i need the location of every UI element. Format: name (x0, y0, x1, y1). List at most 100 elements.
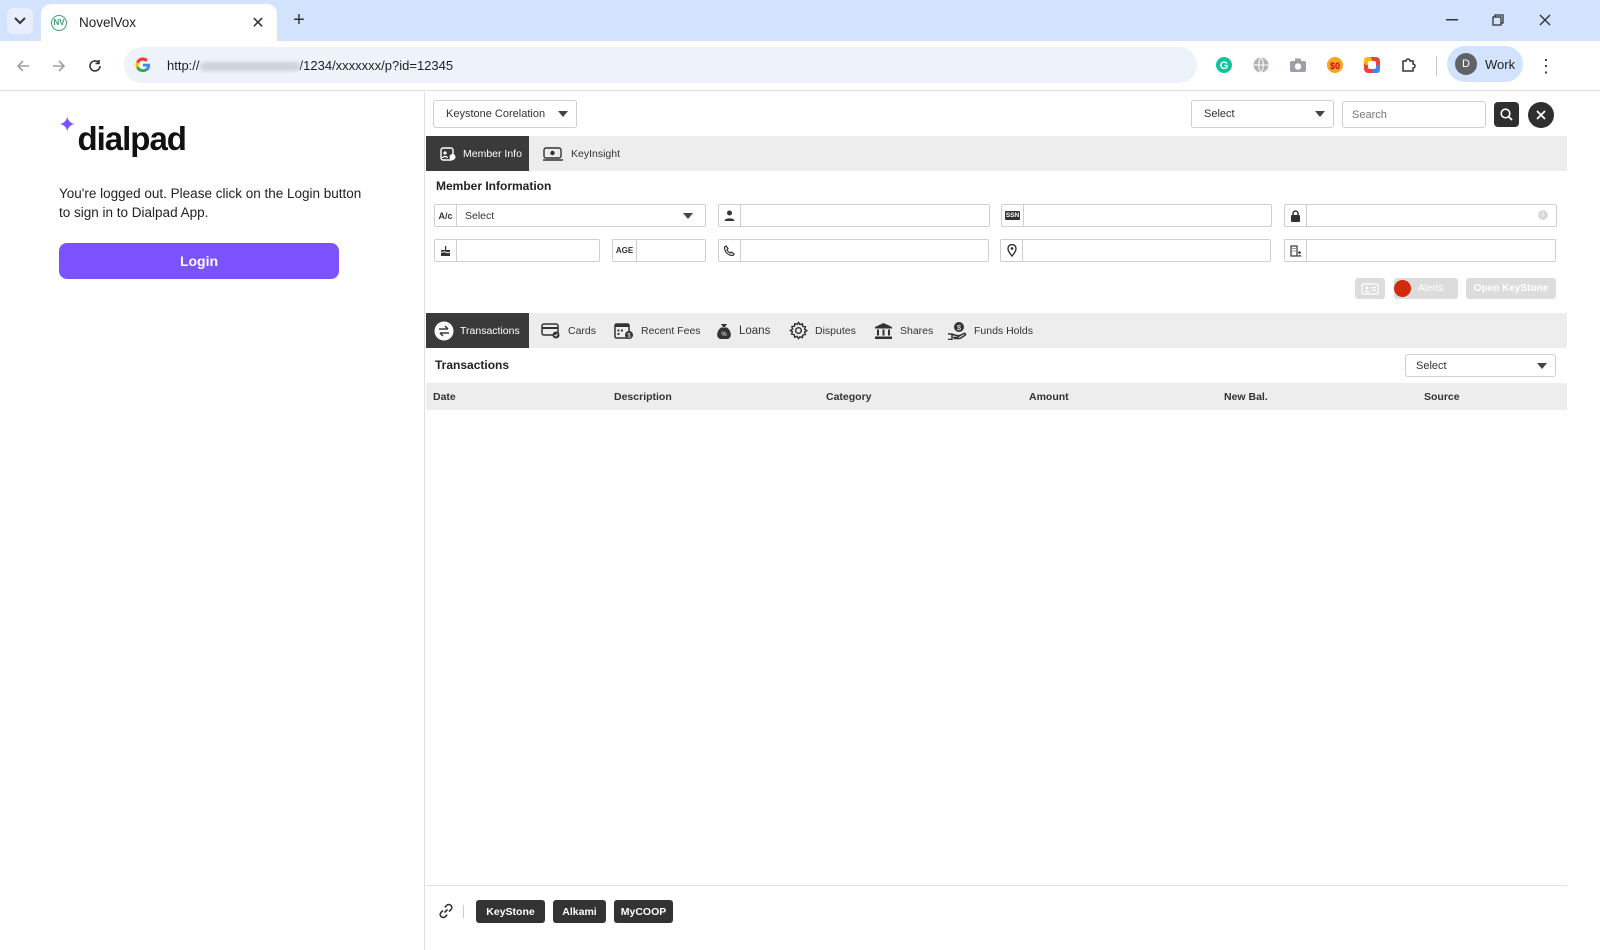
login-button[interactable]: Login (59, 243, 339, 279)
branch-field[interactable] (1284, 239, 1556, 262)
page-margin (1567, 92, 1600, 950)
building-icon (1285, 240, 1307, 261)
pin-value: i (1307, 205, 1556, 226)
source-select[interactable]: Keystone Corelation (433, 100, 577, 128)
back-arrow-icon[interactable] (9, 52, 37, 80)
close-panel-icon[interactable] (1528, 102, 1554, 128)
transactions-filter-select[interactable]: Select (1405, 354, 1556, 377)
member-name-value (741, 205, 989, 226)
close-window-icon[interactable] (1530, 8, 1560, 32)
transactions-title: Transactions (435, 358, 510, 372)
column-header-source[interactable]: Source (1424, 391, 1460, 403)
tab-list-icon[interactable] (7, 8, 33, 34)
close-icon[interactable]: ✕ (249, 13, 267, 33)
reload-icon[interactable] (81, 52, 109, 80)
cake-icon (435, 240, 457, 261)
dialpad-logo-text: dialpad (77, 120, 187, 157)
kebab-menu-icon[interactable]: ⋮ (1534, 54, 1558, 78)
gear-icon (787, 321, 809, 340)
dob-value (457, 240, 599, 261)
tab-disputes[interactable]: Disputes (787, 313, 856, 348)
tab-member-info[interactable]: Member Info (426, 136, 529, 171)
age-field[interactable]: AGE (612, 239, 706, 262)
transactions-table-header: Date Description Category Amount New Bal… (426, 383, 1568, 410)
profile-label: Work (1485, 56, 1516, 72)
column-header-amount[interactable]: Amount (1029, 391, 1069, 403)
money-bag-icon: % (715, 322, 733, 340)
account-label: A/c (435, 205, 457, 226)
dob-field[interactable] (434, 239, 600, 262)
tab-funds-holds[interactable]: $ Funds Holds (946, 313, 1033, 348)
tab-cards[interactable]: Cards (540, 313, 596, 348)
address-bar[interactable]: http:///1234/xxxxxxx/p?id=12345 (124, 47, 1197, 83)
grammarly-icon[interactable]: G (1213, 54, 1235, 76)
column-header-category[interactable]: Category (826, 391, 872, 403)
profile-button[interactable]: D Work (1447, 46, 1523, 82)
quick-links-bar: KeyStone Alkami MyCOOP (426, 885, 1568, 950)
phone-field[interactable] (718, 239, 989, 262)
alerts-button[interactable]: Alerts (1394, 278, 1458, 299)
ssn-icon: SSN (1002, 205, 1024, 226)
lock-icon (1285, 205, 1307, 226)
mycoop-link-button[interactable]: MyCOOP (614, 900, 673, 923)
blurred-host (199, 61, 300, 71)
caret-down-icon (1315, 111, 1325, 117)
fees-calendar-icon: $ (613, 322, 635, 340)
plus-icon[interactable]: + (287, 9, 311, 33)
ssn-field[interactable]: SSN (1001, 204, 1272, 227)
pin-field[interactable]: i (1284, 204, 1557, 227)
avatar: D (1455, 53, 1477, 75)
tab-label: Recent Fees (641, 324, 701, 337)
tab-label: Cards (568, 324, 597, 337)
type-select[interactable]: Select (1191, 100, 1334, 128)
tab-label: KeyInsight (571, 147, 621, 160)
phone-icon (719, 240, 741, 261)
id-card-button[interactable] (1355, 278, 1385, 299)
account-select-value: Select (457, 205, 705, 226)
tab-recent-fees[interactable]: $ Recent Fees (613, 313, 701, 348)
restore-icon[interactable] (1483, 8, 1513, 32)
puzzle-icon[interactable] (1398, 54, 1420, 76)
search-icon[interactable] (1494, 102, 1519, 127)
tab-label: Shares (900, 324, 934, 337)
member-name-field[interactable] (718, 204, 990, 227)
color-picker-icon[interactable] (1361, 54, 1383, 76)
location-pin-icon (1001, 240, 1023, 261)
tab-title: NovelVox (79, 15, 137, 30)
tab-transactions[interactable]: Transactions (426, 313, 529, 348)
forward-arrow-icon[interactable] (45, 52, 73, 80)
extension-icon[interactable]: $0 (1324, 54, 1346, 76)
keyinsight-icon (541, 145, 565, 163)
address-field[interactable] (1000, 239, 1271, 262)
transfer-icon (434, 321, 454, 341)
open-keystone-button[interactable]: Open KeyStone (1466, 278, 1556, 299)
column-header-date[interactable]: Date (433, 391, 456, 403)
toolbar-divider (1436, 56, 1437, 76)
tab-keyinsight[interactable]: KeyInsight (529, 136, 637, 171)
hand-coin-icon: $ (946, 322, 968, 340)
keystone-link-button[interactable]: KeyStone (476, 900, 545, 923)
svg-text:G: G (1220, 60, 1229, 72)
account-select[interactable]: A/c Select (434, 204, 706, 227)
camera-icon[interactable] (1287, 54, 1309, 76)
novelvox-panel: Keystone Corelation Select Member Info K… (426, 92, 1568, 950)
caret-down-icon (1537, 363, 1547, 369)
globe-icon[interactable] (1250, 54, 1272, 76)
browser-tab[interactable]: NV NovelVox ✕ (41, 4, 277, 41)
member-info-title: Member Information (436, 179, 552, 193)
logged-out-message: You're logged out. Please click on the L… (59, 186, 362, 220)
transactions-table-body (426, 410, 1568, 885)
tab-shares[interactable]: Shares (872, 313, 933, 348)
column-header-new-balance[interactable]: New Bal. (1224, 391, 1268, 403)
tab-loans[interactable]: % Loans (715, 313, 770, 348)
novelvox-favicon-icon: NV (51, 14, 67, 31)
url-text: http:///1234/xxxxxxx/p?id=12345 (167, 57, 454, 73)
caret-down-icon (558, 111, 568, 117)
alert-status-dot (1394, 280, 1411, 297)
age-value (637, 240, 705, 261)
search-input[interactable] (1342, 101, 1486, 128)
column-header-description[interactable]: Description (614, 391, 672, 403)
info-icon[interactable]: i (1538, 210, 1548, 220)
alkami-link-button[interactable]: Alkami (553, 900, 606, 923)
minimize-icon[interactable] (1437, 8, 1467, 32)
